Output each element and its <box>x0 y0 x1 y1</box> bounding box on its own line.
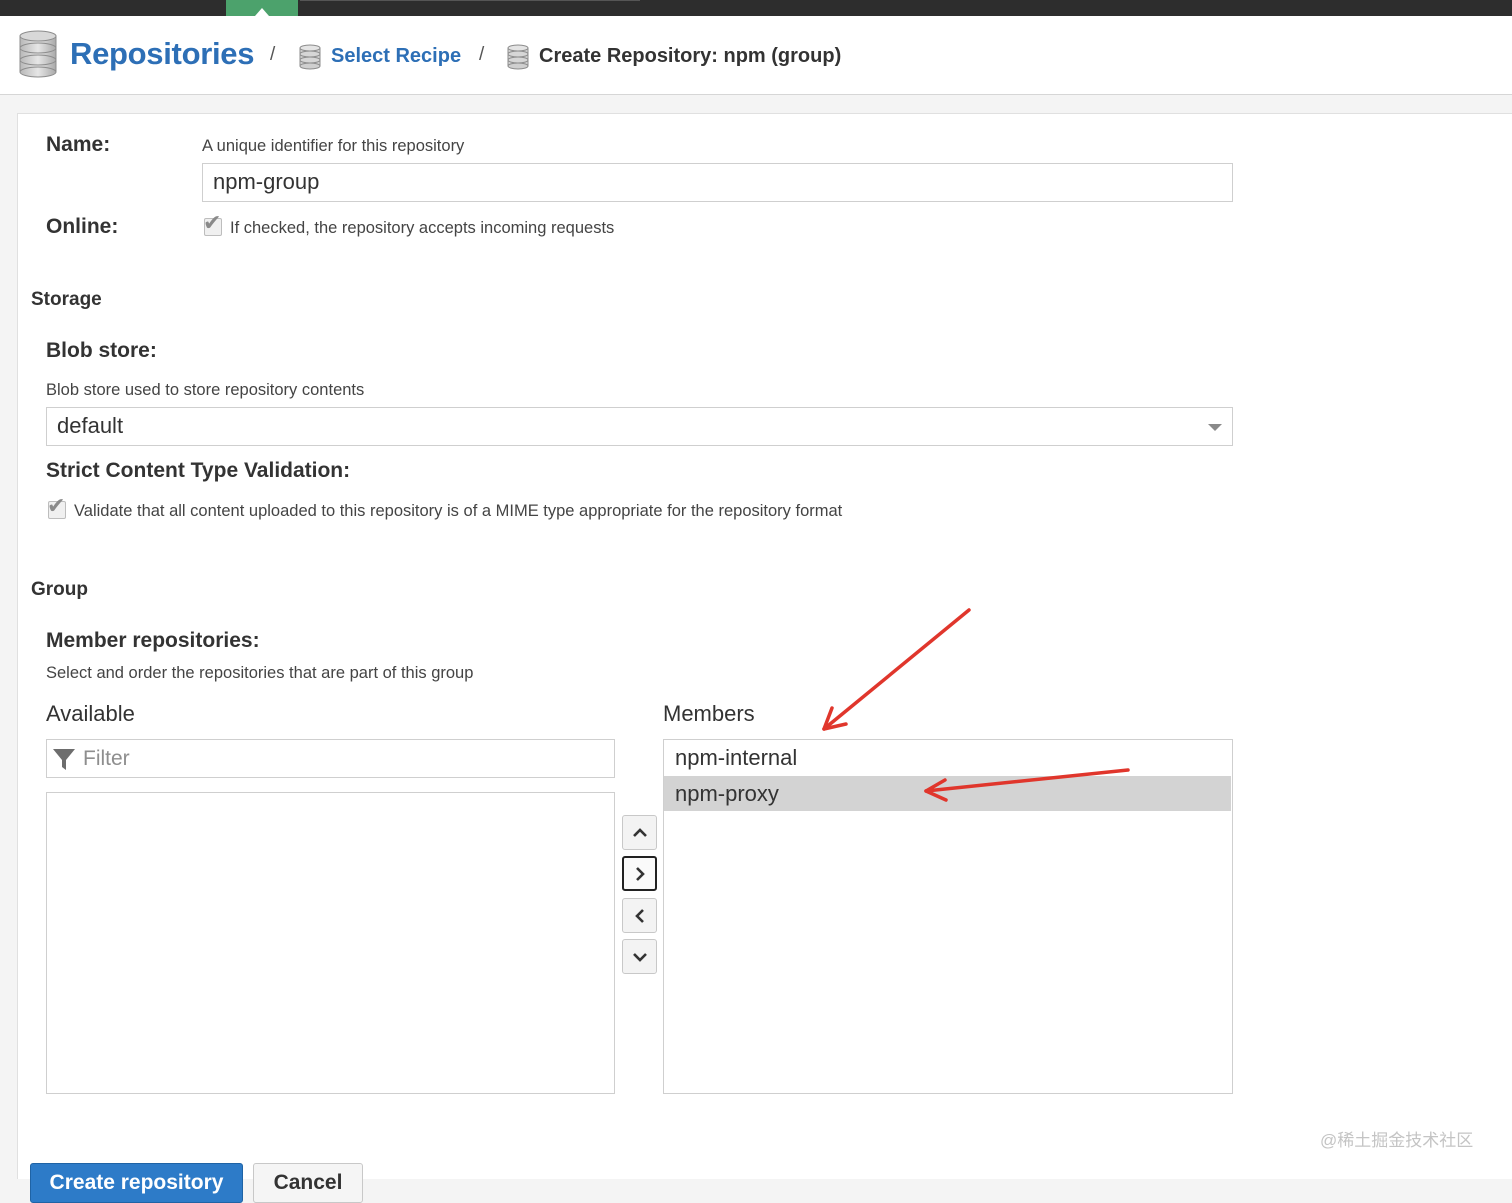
chevron-left-icon <box>634 908 644 923</box>
chevron-right-icon <box>635 866 645 881</box>
chevron-down-icon[interactable] <box>1208 424 1222 431</box>
watermark: @稀土掘金技术社区 <box>1320 1131 1474 1150</box>
database-icon <box>299 44 321 70</box>
move-down-button[interactable] <box>622 939 657 974</box>
create-repository-button[interactable]: Create repository <box>30 1163 243 1203</box>
name-help: A unique identifier for this repository <box>202 137 465 155</box>
member-repositories-label: Member repositories: <box>46 629 260 652</box>
remove-member-button[interactable] <box>622 898 657 933</box>
check-icon: ✔ <box>47 493 66 518</box>
blob-store-value: default <box>57 413 124 438</box>
list-item[interactable]: npm-internal <box>664 740 1231 775</box>
strict-validation-checkbox[interactable]: ✔ <box>47 495 66 519</box>
database-icon <box>19 30 57 78</box>
blob-store-label: Blob store: <box>46 339 157 362</box>
add-member-button[interactable] <box>622 856 657 891</box>
available-filter[interactable] <box>46 739 615 778</box>
filter-icon <box>53 749 75 770</box>
filter-input[interactable] <box>83 744 603 774</box>
online-help: If checked, the repository accepts incom… <box>230 219 615 237</box>
online-checkbox[interactable]: ✔ <box>203 212 222 236</box>
blob-store-select[interactable]: default <box>46 407 1233 446</box>
name-field[interactable]: npm-group <box>202 163 1233 202</box>
top-bar-divider <box>300 0 640 1</box>
breadcrumb-separator: / <box>479 44 485 65</box>
group-section-title: Group <box>31 579 88 600</box>
chevron-down-icon <box>632 952 647 962</box>
strict-validation-label: Strict Content Type Validation: <box>46 459 351 482</box>
breadcrumb-repositories[interactable]: Repositories <box>70 36 254 72</box>
member-repositories-help: Select and order the repositories that a… <box>46 664 474 682</box>
database-icon <box>507 44 529 70</box>
blob-store-help: Blob store used to store repository cont… <box>46 381 365 399</box>
list-item[interactable]: npm-proxy <box>664 776 1231 811</box>
available-heading: Available <box>46 701 135 726</box>
members-heading: Members <box>663 701 755 726</box>
available-list[interactable] <box>46 792 615 1094</box>
breadcrumb: Repositories / Select Recipe / Create Re… <box>0 16 1512 95</box>
breadcrumb-separator: / <box>270 44 276 65</box>
name-label: Name: <box>46 133 111 156</box>
chevron-up-icon <box>632 827 647 837</box>
check-icon: ✔ <box>203 210 222 235</box>
breadcrumb-select-recipe[interactable]: Select Recipe <box>331 45 461 68</box>
move-up-button[interactable] <box>622 815 657 850</box>
breadcrumb-current: Create Repository: npm (group) <box>539 45 842 67</box>
online-label: Online: <box>46 215 119 238</box>
active-tab-caret <box>255 8 269 16</box>
cancel-button[interactable]: Cancel <box>253 1163 363 1203</box>
strict-validation-help: Validate that all content uploaded to th… <box>74 502 843 520</box>
top-nav-bar <box>0 0 1512 16</box>
storage-section-title: Storage <box>31 289 102 310</box>
members-list[interactable]: npm-internal npm-proxy <box>663 739 1233 1094</box>
